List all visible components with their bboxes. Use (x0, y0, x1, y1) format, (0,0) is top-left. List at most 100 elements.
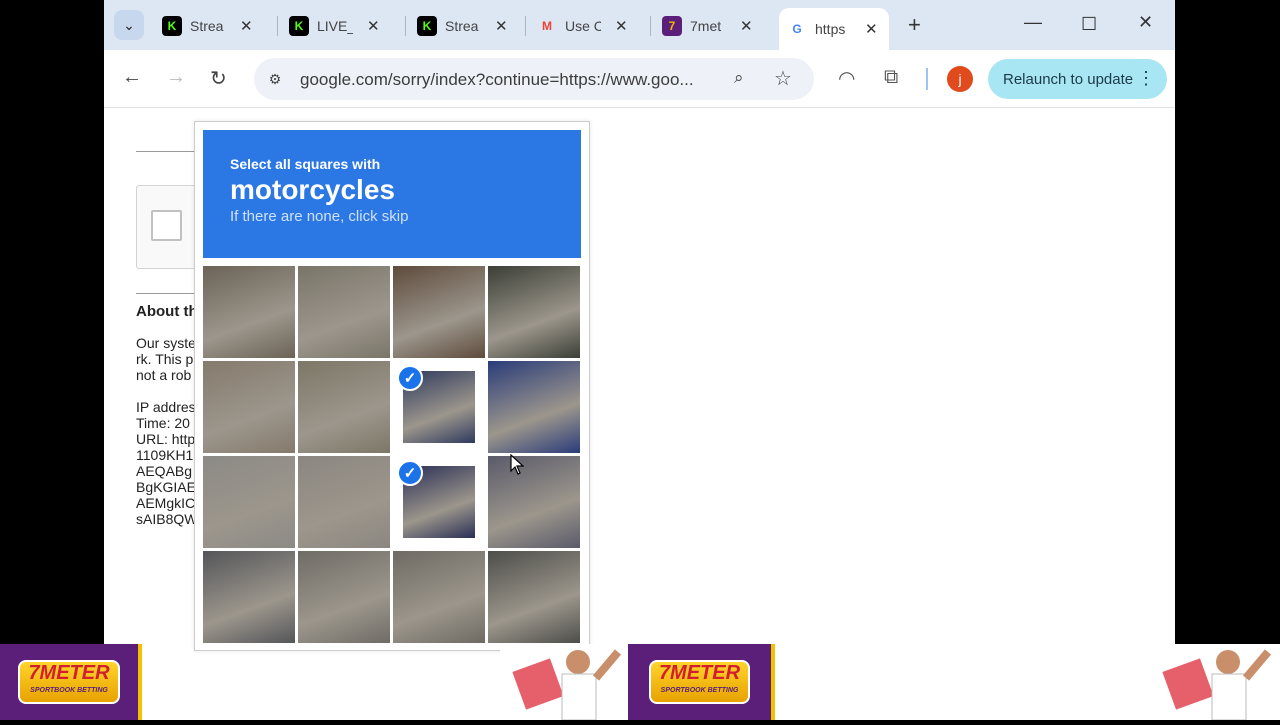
captcha-tile[interactable] (298, 266, 390, 358)
captcha-tile[interactable] (488, 456, 580, 548)
captcha-tile[interactable] (203, 551, 295, 643)
tile-image (488, 551, 580, 643)
tile-image (298, 266, 390, 358)
reload-icon: ↻ (210, 68, 227, 90)
captcha-tile[interactable]: ✓ (393, 456, 485, 548)
text-line: BgKGIAE (136, 479, 196, 495)
captcha-tile[interactable] (203, 361, 295, 453)
tile-image (203, 456, 295, 548)
tab[interactable]: 7 7met ✕ (654, 8, 764, 44)
more-menu-icon[interactable]: ⋮ (1137, 68, 1155, 89)
extension-arc-icon[interactable]: ◠ (838, 66, 855, 91)
captcha-tile[interactable]: ✓ (393, 361, 485, 453)
tile-image (298, 361, 390, 453)
tile-image (203, 361, 295, 453)
tile-image (393, 551, 485, 643)
close-tab-icon[interactable]: ✕ (367, 17, 380, 35)
tab-title: Strea (190, 18, 224, 34)
divider (136, 151, 196, 152)
profile-avatar[interactable]: j (947, 66, 973, 92)
recaptcha-checkbox[interactable] (151, 210, 182, 241)
kick-icon: K (417, 16, 437, 36)
captcha-tile[interactable] (488, 361, 580, 453)
tab[interactable]: K LIVE_ ✕ (281, 8, 391, 44)
text-line: IP addres (136, 399, 196, 415)
captcha-tile[interactable] (393, 266, 485, 358)
tab-title: https (815, 21, 846, 37)
captcha-tile[interactable] (203, 456, 295, 548)
tab-search-button[interactable]: ⌄ (114, 10, 144, 40)
brand-logo: 7METER SPORTBOOK BETTING (18, 660, 120, 704)
tile-image (488, 266, 580, 358)
mouse-cursor-icon (510, 453, 525, 481)
tab[interactable]: K Strea ✕ (154, 8, 264, 44)
text-line: not a rob (136, 367, 192, 383)
captcha-challenge: Select all squares with motorcycles If t… (194, 121, 590, 651)
tab-title: LIVE_ (317, 18, 353, 34)
new-tab-button[interactable]: + (908, 12, 921, 38)
tile-image (203, 266, 295, 358)
arrow-left-icon: ← (122, 66, 142, 88)
tab-title: Strea (445, 18, 479, 34)
captcha-tile[interactable] (298, 361, 390, 453)
gmail-icon: M (542, 19, 552, 33)
close-tab-icon[interactable]: ✕ (240, 17, 253, 35)
browser-window: ⌄ K Strea ✕ K LIVE_ ✕ K Strea ✕ M Use C ✕ 7 7met ✕ Ghtt… (104, 0, 1175, 720)
captcha-instruction: Select all squares with (230, 156, 381, 172)
captcha-tile[interactable] (203, 266, 295, 358)
tab[interactable]: Ghttps ✕ (779, 8, 889, 50)
tab-title: 7met (690, 18, 722, 34)
ad-banner-logo[interactable]: 7METER SPORTBOOK BETTING (0, 644, 138, 720)
close-window-button[interactable]: ✕ (1138, 12, 1153, 33)
close-tab-icon[interactable]: ✕ (865, 20, 878, 38)
captcha-tile[interactable] (488, 551, 580, 643)
7meter-icon: 7 (662, 16, 682, 36)
text-line: Our syste (136, 335, 196, 351)
maximize-button[interactable]: ☐ (1081, 14, 1097, 35)
zoom-icon[interactable]: ⌕ (734, 68, 744, 88)
tab-separator (405, 16, 406, 36)
close-tab-icon[interactable]: ✕ (495, 17, 508, 35)
text-line: sAIB8QW (136, 511, 196, 527)
close-tab-icon[interactable]: ✕ (615, 17, 628, 35)
tile-image (393, 266, 485, 358)
captcha-tile[interactable] (298, 551, 390, 643)
extensions-puzzle-icon[interactable]: ⧉ (884, 66, 898, 89)
captcha-tile[interactable] (393, 551, 485, 643)
tab-separator (277, 16, 278, 36)
check-icon: ✓ (397, 365, 423, 391)
tab-strip: ⌄ K Strea ✕ K LIVE_ ✕ K Strea ✕ M Use C ✕ 7 7met ✕ Ghtt… (104, 0, 1175, 50)
text-line (136, 383, 196, 399)
reload-button[interactable]: ↻ (210, 66, 227, 91)
text-line: URL: http (136, 431, 196, 447)
text-line: AEQABg (136, 463, 193, 479)
brand-logo: 7METER SPORTBOOK BETTING (648, 660, 751, 704)
toolbar: ← → ↻ ⚙ google.com/sorry/index?continue=… (104, 50, 1175, 108)
tab-title: Use C (565, 18, 601, 34)
forward-button[interactable]: → (166, 66, 186, 89)
close-tab-icon[interactable]: ✕ (740, 17, 753, 35)
about-heading: About th (136, 303, 196, 320)
ad-banner-edge (138, 644, 142, 720)
captcha-tile[interactable] (488, 266, 580, 358)
tile-image (298, 551, 390, 643)
tab[interactable]: M Use C ✕ (529, 8, 639, 44)
recaptcha-widget (136, 185, 196, 269)
bookmark-star-icon[interactable]: ☆ (774, 66, 792, 91)
google-icon: G (792, 22, 802, 36)
relaunch-button[interactable]: Relaunch to update ⋮ (988, 59, 1167, 99)
ad-banner-logo[interactable]: 7METER SPORTBOOK BETTING (628, 644, 771, 720)
minimize-button[interactable]: — (1024, 12, 1042, 33)
back-button[interactable]: ← (122, 66, 142, 89)
tile-image (488, 456, 580, 548)
site-info-icon[interactable]: ⚙ (264, 68, 286, 90)
address-bar[interactable]: ⚙ google.com/sorry/index?continue=https:… (254, 58, 814, 100)
explanation-text: Our syste rk. This p not a rob IP addres Ti… (136, 335, 196, 527)
captcha-target: motorcycles (230, 174, 395, 205)
tab[interactable]: K Strea ✕ (409, 8, 519, 44)
url-text[interactable]: google.com/sorry/index?continue=https://… (300, 70, 720, 90)
check-icon: ✓ (397, 460, 423, 486)
captcha-tile[interactable] (298, 456, 390, 548)
captcha-grid: ✓ ✓ (203, 266, 581, 644)
plus-icon: + (908, 12, 921, 37)
